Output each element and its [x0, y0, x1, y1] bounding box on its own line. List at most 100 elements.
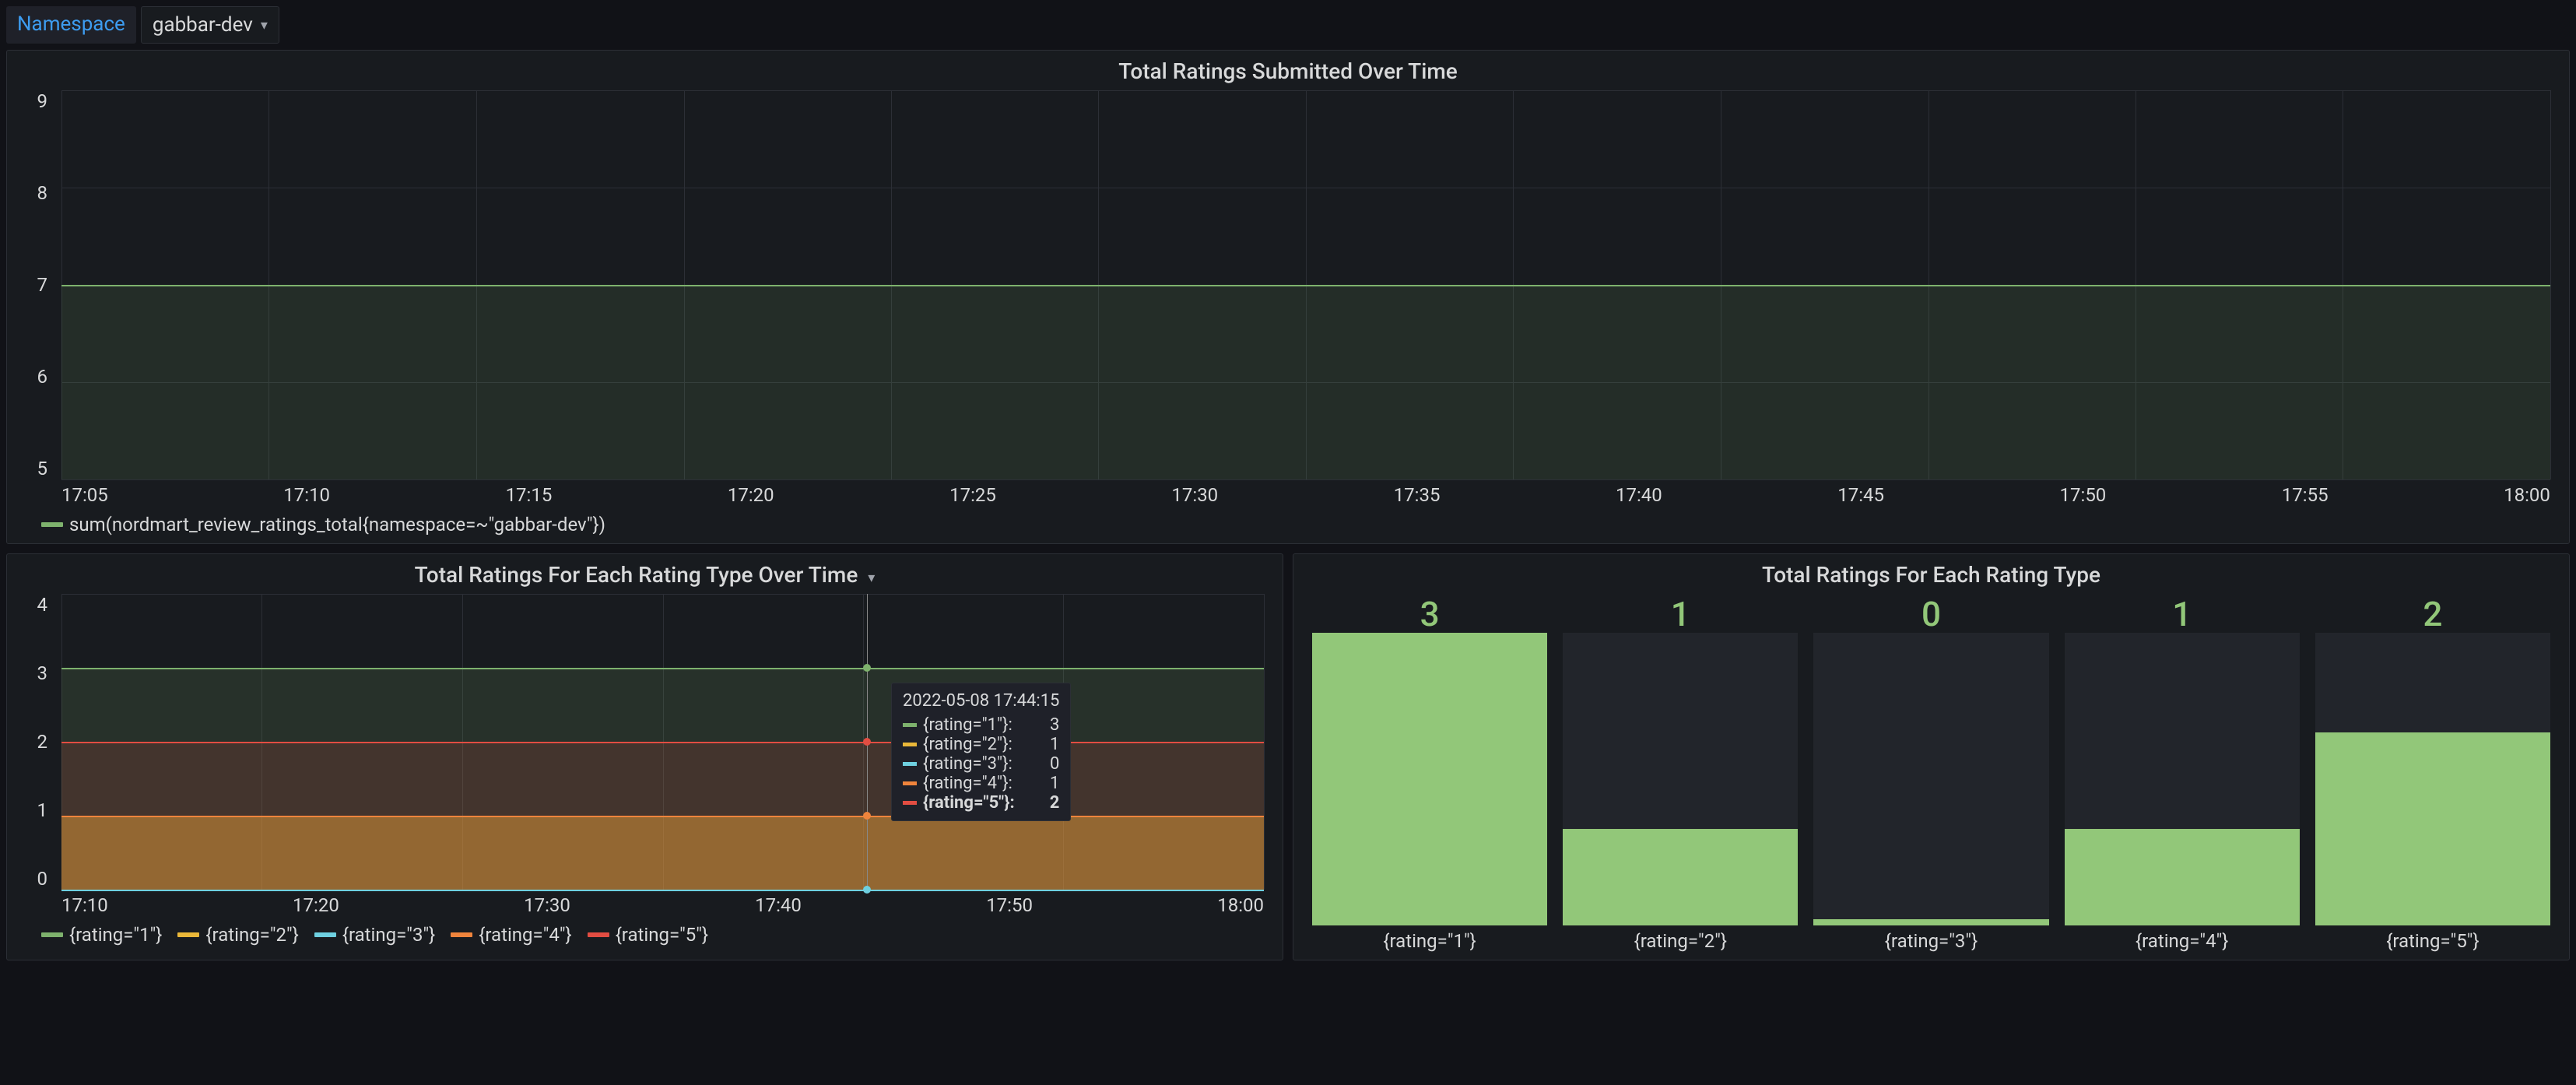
y-tick: 0: [37, 868, 48, 890]
x-axis: 17:10 17:20 17:30 17:40 17:50 18:00: [61, 894, 1264, 916]
bar-background: [2065, 633, 2300, 925]
bar-label: {rating="5"}: [2386, 930, 2479, 952]
y-tick: 1: [37, 799, 48, 821]
legend-item[interactable]: {rating="4"}: [451, 924, 571, 946]
x-tick: 17:30: [1171, 484, 1218, 506]
bar-fill: [1813, 919, 2048, 925]
panel-title[interactable]: Total Ratings For Each Rating Type Over …: [18, 562, 1272, 588]
hover-tooltip: 2022-05-08 17:44:15 {rating="1"}:3{ratin…: [891, 683, 1071, 821]
legend-item[interactable]: {rating="5"}: [588, 924, 708, 946]
x-axis: 17:05 17:10 17:15 17:20 17:25 17:30 17:3…: [61, 484, 2550, 506]
x-tick: 17:50: [986, 894, 1033, 916]
x-tick: 17:35: [1394, 484, 1441, 506]
y-tick: 9: [37, 90, 48, 112]
bar-value: 1: [1671, 594, 1690, 630]
x-tick: 17:40: [1616, 484, 1662, 506]
legend-item[interactable]: {rating="3"}: [314, 924, 435, 946]
bar-label: {rating="1"}: [1383, 930, 1476, 952]
legend-swatch: [314, 932, 336, 937]
bar-fill: [1563, 829, 1798, 925]
hover-marker: [863, 812, 871, 820]
bar-fill: [2065, 829, 2300, 925]
legend-label: {rating="5"}: [616, 924, 708, 946]
y-tick: 4: [37, 594, 48, 616]
bar-fill: [2315, 732, 2550, 925]
bar-label: {rating="3"}: [1885, 930, 1978, 952]
legend-item[interactable]: {rating="2"}: [177, 924, 298, 946]
y-tick: 5: [37, 458, 48, 479]
x-tick: 18:00: [2504, 484, 2550, 506]
x-tick: 17:10: [61, 894, 108, 916]
chevron-down-icon: ▾: [261, 17, 268, 33]
y-tick: 8: [37, 182, 48, 204]
tooltip-row: {rating="1"}:3: [903, 715, 1059, 735]
chart-area-1[interactable]: 9 8 7 6 5: [18, 90, 2558, 479]
bar-value: 0: [1921, 594, 1941, 630]
tooltip-time: 2022-05-08 17:44:15: [903, 691, 1059, 711]
x-tick: 18:00: [1217, 894, 1264, 916]
y-tick: 3: [37, 662, 48, 684]
series-area: [61, 285, 2550, 479]
x-tick: 17:10: [283, 484, 330, 506]
legend-label: {rating="4"}: [479, 924, 571, 946]
x-tick: 17:20: [293, 894, 339, 916]
namespace-value: gabbar-dev: [153, 13, 253, 37]
y-tick: 7: [37, 274, 48, 296]
legend-swatch: [41, 522, 63, 527]
x-tick: 17:40: [755, 894, 802, 916]
plot-2: 2022-05-08 17:44:15 {rating="1"}:3{ratin…: [61, 594, 1264, 890]
bar-chart[interactable]: 3 {rating="1"} 1 {rating="2"} 0 {rating=…: [1304, 594, 2558, 952]
bar-label: {rating="4"}: [2136, 930, 2228, 952]
bar-background: [1813, 633, 2048, 925]
chart-area-2[interactable]: 4 3 2 1 0: [18, 594, 1272, 890]
x-tick: 17:30: [524, 894, 570, 916]
x-tick: 17:05: [61, 484, 108, 506]
legend: {rating="1"} {rating="2"} {rating="3"} {rat…: [41, 924, 1272, 946]
legend-label: {rating="2"}: [205, 924, 298, 946]
bar-background: [1312, 633, 1547, 925]
namespace-label: Namespace: [6, 6, 136, 44]
panel-title[interactable]: Total Ratings Submitted Over Time: [18, 58, 2558, 84]
y-tick: 2: [37, 731, 48, 753]
tooltip-row: {rating="2"}:1: [903, 735, 1059, 754]
legend-swatch: [41, 932, 63, 937]
bar-column: 3 {rating="1"}: [1312, 594, 1547, 952]
tooltip-row: {rating="3"}:0: [903, 754, 1059, 774]
legend-label: sum(nordmart_review_ratings_total{namesp…: [69, 514, 605, 535]
legend-swatch: [451, 932, 472, 937]
legend-swatch: [177, 932, 199, 937]
namespace-select[interactable]: gabbar-dev ▾: [141, 6, 279, 44]
x-tick: 17:55: [2282, 484, 2329, 506]
hover-marker: [863, 738, 871, 746]
x-tick: 17:50: [2060, 484, 2107, 506]
bar-column: 1 {rating="2"}: [1563, 594, 1798, 952]
x-tick: 17:20: [728, 484, 774, 506]
y-axis: 4 3 2 1 0: [18, 594, 54, 890]
tooltip-row: {rating="4"}:1: [903, 774, 1059, 793]
plot-1: [61, 90, 2550, 479]
panel-total-ratings-over-time: Total Ratings Submitted Over Time 9 8 7 …: [6, 50, 2570, 544]
legend-item[interactable]: {rating="1"}: [41, 924, 162, 946]
bar-column: 1 {rating="4"}: [2065, 594, 2300, 952]
panel-title-text: Total Ratings For Each Rating Type Over …: [415, 562, 858, 588]
bar-column: 0 {rating="3"}: [1813, 594, 2048, 952]
bar-label: {rating="2"}: [1634, 930, 1727, 952]
legend: sum(nordmart_review_ratings_total{namesp…: [41, 514, 2558, 535]
legend-item[interactable]: sum(nordmart_review_ratings_total{namesp…: [41, 514, 605, 535]
x-tick: 17:25: [949, 484, 996, 506]
variable-toolbar: Namespace gabbar-dev ▾: [6, 6, 2570, 44]
y-tick: 6: [37, 366, 48, 388]
chevron-down-icon: ▾: [868, 570, 875, 586]
panel-title[interactable]: Total Ratings For Each Rating Type: [1304, 562, 2558, 588]
y-axis: 9 8 7 6 5: [18, 90, 54, 479]
bar-background: [2315, 633, 2550, 925]
bar-value: 1: [2172, 594, 2192, 630]
bar-value: 3: [1420, 594, 1440, 630]
panel-ratings-by-type-bars: Total Ratings For Each Rating Type 3 {ra…: [1293, 553, 2570, 960]
bar-column: 2 {rating="5"}: [2315, 594, 2550, 952]
tooltip-row: {rating="5"}:2: [903, 793, 1059, 813]
x-tick: 17:15: [506, 484, 553, 506]
panel-ratings-by-type-over-time: Total Ratings For Each Rating Type Over …: [6, 553, 1283, 960]
legend-label: {rating="3"}: [342, 924, 435, 946]
legend-swatch: [588, 932, 609, 937]
